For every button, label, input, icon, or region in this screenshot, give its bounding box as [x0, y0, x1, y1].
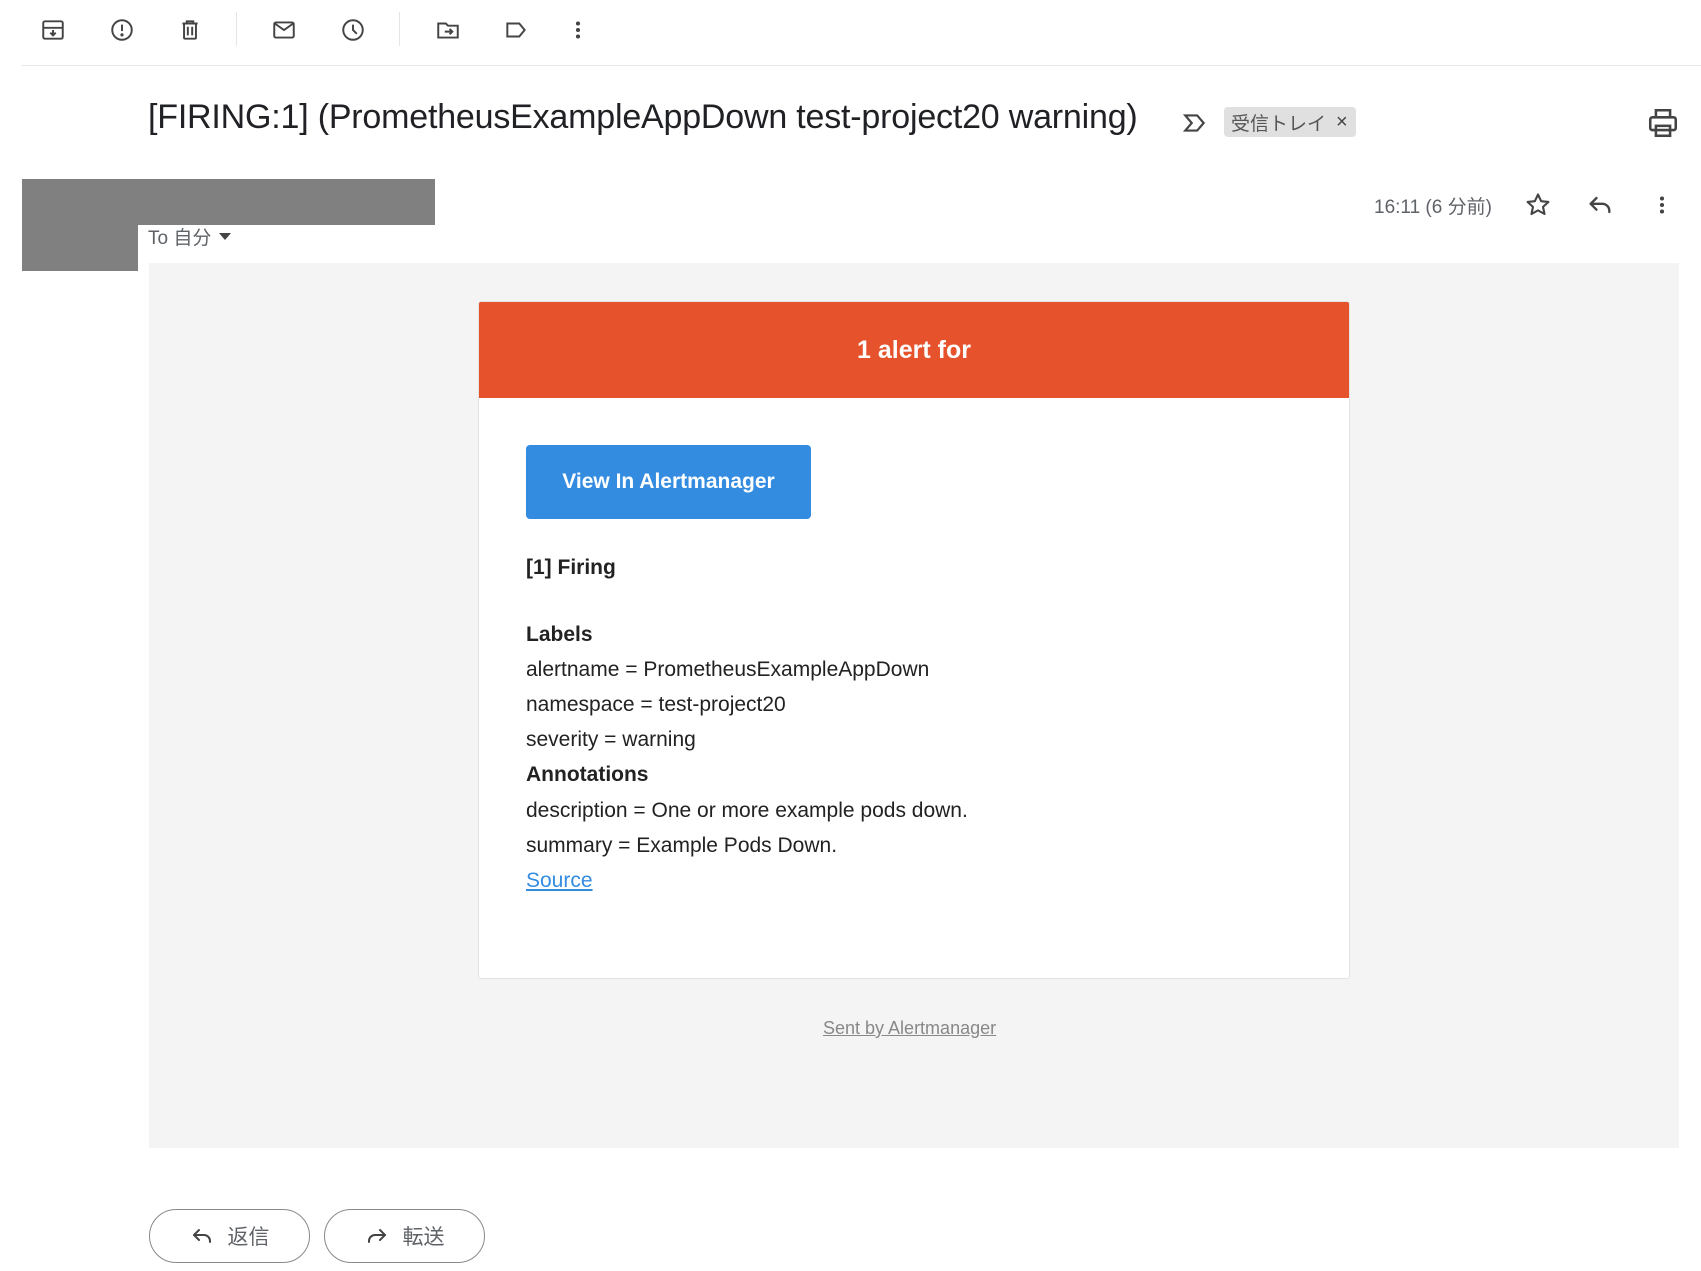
source-link[interactable]: Source — [526, 869, 593, 893]
snooze-icon[interactable] — [333, 14, 373, 46]
remove-label-button[interactable]: × — [1336, 112, 1348, 132]
delete-icon[interactable] — [170, 14, 210, 46]
label-chip-text: 受信トレイ — [1231, 113, 1327, 135]
alert-banner: 1 alert for — [479, 302, 1349, 398]
alert-card: 1 alert for View In Alertmanager [1] Fir… — [478, 301, 1350, 979]
reply-label: 返信 — [227, 1226, 270, 1249]
mark-unread-icon[interactable] — [264, 14, 304, 46]
recipient-label: To 自分 — [148, 228, 212, 249]
view-in-alertmanager-button[interactable]: View In Alertmanager — [526, 445, 811, 519]
toolbar-divider-line — [22, 65, 1701, 66]
more-vert-icon[interactable] — [558, 14, 598, 46]
firing-heading: [1] Firing — [526, 556, 616, 579]
archive-icon[interactable] — [33, 14, 73, 46]
redacted-sender — [22, 179, 435, 225]
forward-icon — [367, 1229, 386, 1243]
forward-label: 転送 — [402, 1226, 445, 1249]
reply-icon — [192, 1229, 211, 1243]
label-icon[interactable] — [496, 14, 536, 46]
email-subject: [FIRING:1] (PrometheusExampleAppDown tes… — [148, 98, 1138, 136]
toolbar-divider — [236, 12, 237, 46]
toolbar-divider — [399, 12, 400, 46]
recipient-details-toggle[interactable]: To 自分 — [148, 223, 232, 250]
forward-button[interactable]: 転送 — [324, 1209, 485, 1263]
sent-by-alertmanager-link[interactable]: Sent by Alertmanager — [823, 1018, 996, 1039]
print-icon[interactable] — [1646, 106, 1680, 140]
annotation-description: description = One or more example pods d… — [526, 799, 968, 822]
more-vert-icon[interactable] — [1645, 188, 1679, 222]
importance-marker-icon[interactable] — [1182, 110, 1208, 136]
reply-button[interactable]: 返信 — [149, 1209, 310, 1263]
labels-heading: Labels — [526, 623, 593, 646]
label-alertname: alertname = PrometheusExampleAppDown — [526, 658, 930, 681]
chevron-down-icon — [219, 233, 232, 240]
report-spam-icon[interactable] — [102, 14, 142, 46]
label-severity: severity = warning — [526, 728, 696, 751]
label-namespace: namespace = test-project20 — [526, 693, 786, 716]
annotations-heading: Annotations — [526, 763, 649, 786]
star-icon[interactable] — [1521, 188, 1555, 222]
move-to-icon[interactable] — [428, 14, 468, 46]
email-timestamp: 16:11 (6 分前) — [1374, 197, 1492, 218]
annotation-summary: summary = Example Pods Down. — [526, 834, 838, 857]
inbox-label-chip: 受信トレイ × — [1224, 107, 1356, 137]
reply-icon[interactable] — [1583, 188, 1617, 222]
